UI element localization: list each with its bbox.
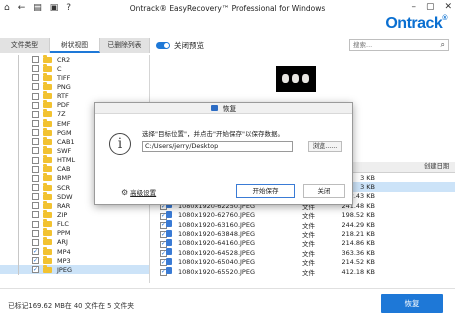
info-icon: i (109, 133, 131, 155)
destination-path-field[interactable]: C:/Users/jerry/Desktop (142, 141, 293, 152)
window-title: Ontrack® EasyRecovery™ Professional for … (129, 4, 326, 13)
start-save-button[interactable]: 开始保存 (236, 184, 295, 198)
recover-dialog: 恢复 i 选择"目标位置"，并点击"开始保存"以保存数据。 C:/Users/j… (94, 102, 353, 205)
gear-icon: ⚙ (121, 187, 129, 197)
advanced-settings-label: 高级设置 (130, 189, 157, 197)
close-button[interactable]: 关闭 (303, 184, 345, 198)
dialog-title-bar: 恢复 (95, 103, 352, 114)
dialog-message: 选择"目标位置"，并点击"开始保存"以保存数据。 (142, 130, 284, 138)
dialog-title: 恢复 (222, 105, 237, 113)
recover-icon (210, 105, 218, 111)
browse-button[interactable]: 浏览...... (308, 141, 342, 152)
advanced-settings-link[interactable]: ⚙ 高级设置 (121, 187, 157, 198)
minimize-icon[interactable]: – (411, 2, 416, 12)
maximize-icon[interactable]: ▢ (426, 2, 435, 12)
modal-overlay: 恢复 i 选择"目标位置"，并点击"开始保存"以保存数据。 C:/Users/j… (0, 17, 455, 320)
window-controls: – ▢ ✕ (411, 2, 452, 12)
close-window-icon[interactable]: ✕ (444, 2, 452, 12)
